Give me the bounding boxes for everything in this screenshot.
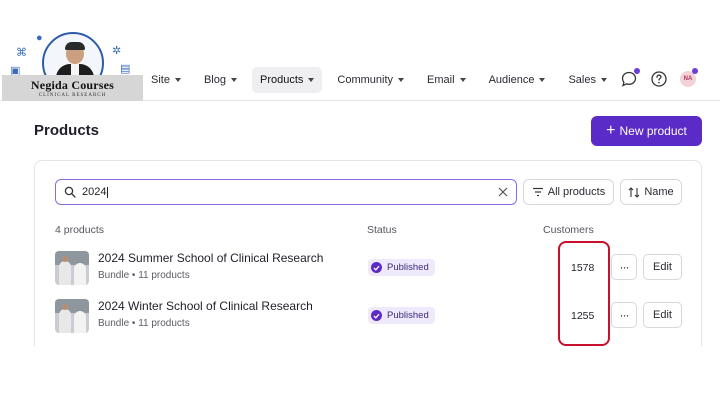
bulb-icon: ●: [36, 32, 43, 44]
status-badge: Published: [368, 259, 435, 276]
plus-icon: +: [606, 122, 616, 139]
caret-down-icon: [539, 78, 546, 82]
filter-icon: [532, 187, 543, 197]
top-right-actions: NA: [620, 68, 698, 88]
nav-item-audience[interactable]: Audience: [481, 67, 554, 93]
nav-item-label: Blog: [203, 74, 226, 86]
nav-item-site[interactable]: Site: [143, 67, 189, 93]
status-badge: Published: [368, 307, 435, 324]
edit-button[interactable]: Edit: [643, 254, 682, 280]
search-input[interactable]: 2024: [55, 179, 517, 205]
new-product-button[interactable]: + New product: [591, 116, 702, 146]
edit-button[interactable]: Edit: [643, 302, 682, 328]
status-column-header[interactable]: Status: [367, 224, 397, 236]
site-logo[interactable]: ● ⌘ ▣ ✲ ▤ Negida Courses CLINICAL RESEAR…: [2, 28, 143, 101]
notification-dot: [692, 68, 698, 74]
nav-item-label: Site: [151, 74, 170, 86]
clear-icon[interactable]: [498, 187, 508, 197]
nav-item-email[interactable]: Email: [419, 67, 474, 93]
more-options-button[interactable]: ···: [611, 302, 637, 328]
main-nav: Site Blog Products Community Email Audie…: [143, 67, 622, 93]
caret-down-icon: [600, 78, 607, 82]
caret-down-icon: [174, 78, 181, 82]
products-count: 4 products: [55, 224, 105, 236]
check-circle-icon: [371, 310, 382, 321]
avatar-initials: NA: [683, 76, 693, 82]
search-icon: [64, 186, 76, 198]
customers-column-header[interactable]: Customers: [543, 224, 594, 236]
product-subtitle: Bundle • 11 products: [98, 318, 190, 329]
status-label: Published: [387, 262, 429, 273]
more-options-button[interactable]: ···: [611, 254, 637, 280]
status-filter-button[interactable]: All products: [523, 179, 614, 205]
product-thumbnail[interactable]: [55, 251, 89, 285]
clipboard-doodle-icon: ▤: [120, 63, 131, 75]
page-bottom-blank: [0, 346, 720, 405]
top-navigation-bar: ● ⌘ ▣ ✲ ▤ Negida Courses CLINICAL RESEAR…: [0, 0, 720, 101]
nav-item-sales[interactable]: Sales: [560, 67, 615, 93]
user-avatar[interactable]: NA: [680, 68, 698, 87]
product-name[interactable]: 2024 Winter School of Clinical Research: [98, 299, 313, 313]
status-label: Published: [387, 310, 429, 321]
customers-highlight-annotation: [558, 241, 610, 346]
product-name[interactable]: 2024 Summer School of Clinical Research: [98, 251, 323, 265]
notification-dot: [634, 68, 640, 74]
gear-doodle-icon: ✲: [112, 45, 122, 57]
chat-icon[interactable]: [620, 68, 640, 88]
nav-item-community[interactable]: Community: [329, 67, 412, 93]
status-filter-label: All products: [547, 186, 606, 198]
nav-item-label: Audience: [488, 74, 535, 86]
product-subtitle: Bundle • 11 products: [98, 270, 190, 281]
sort-icon: [628, 186, 640, 198]
sort-button[interactable]: Name: [620, 179, 682, 205]
search-value: 2024: [82, 186, 107, 198]
caret-down-icon: [459, 78, 466, 82]
help-icon[interactable]: [650, 70, 668, 88]
check-circle-icon: [371, 262, 382, 273]
caret-down-icon: [398, 78, 405, 82]
logo-title: Negida Courses: [30, 78, 115, 92]
nav-item-label: Community: [337, 74, 394, 86]
new-product-label: New product: [619, 124, 687, 138]
nav-item-label: Products: [260, 74, 304, 86]
caret-down-icon: [308, 78, 315, 82]
page-title: Products: [34, 122, 100, 139]
chart-doodle-icon: ⌘: [16, 47, 27, 59]
nav-item-products[interactable]: Products: [252, 67, 323, 93]
text-cursor: [107, 186, 109, 198]
nav-item-label: Sales: [568, 74, 596, 86]
nav-item-label: Email: [427, 74, 455, 86]
logo-banner: Negida Courses CLINICAL RESEARCH: [2, 75, 143, 101]
logo-subtitle: CLINICAL RESEARCH: [38, 93, 107, 98]
sort-label: Name: [644, 186, 674, 198]
caret-down-icon: [231, 78, 237, 82]
nav-item-blog[interactable]: Blog: [196, 67, 245, 93]
product-thumbnail[interactable]: [55, 299, 89, 333]
